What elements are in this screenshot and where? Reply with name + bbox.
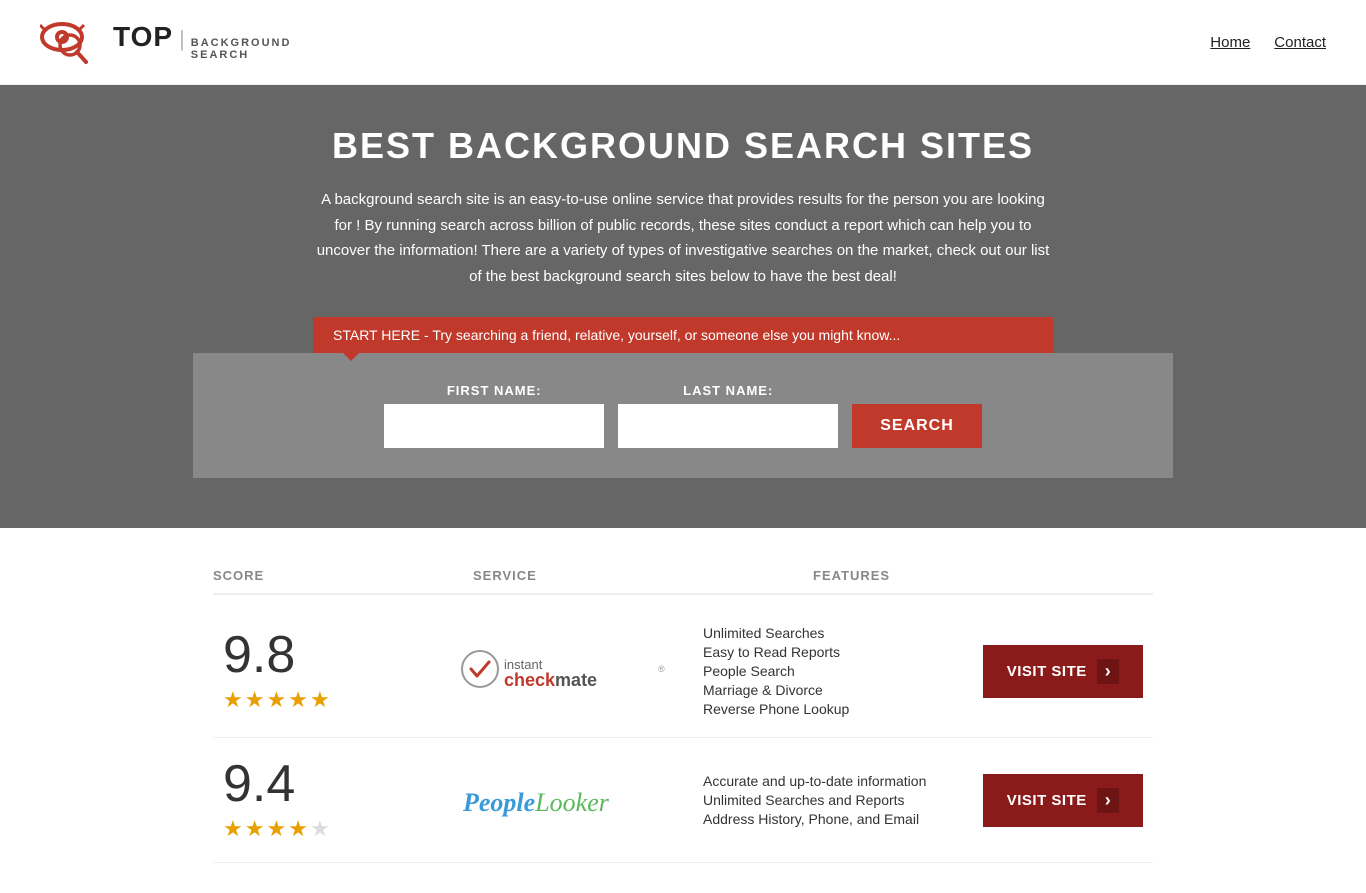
search-banner-text: START HERE - Try searching a friend, rel… (333, 327, 900, 343)
main-nav: Home Contact (1210, 34, 1326, 51)
visit-site-label-2: VISIT SITE (1007, 792, 1087, 809)
feature-1-1: Easy to Read Reports (703, 644, 973, 660)
star-2: ★ (245, 687, 265, 713)
logo-sub1: BACKGROUND (191, 37, 292, 49)
visit-site-button-2[interactable]: VISIT SITE › (983, 774, 1143, 827)
svg-text:PeopleLooker: PeopleLooker (462, 788, 610, 817)
visit-btn-wrap-2: VISIT SITE › (973, 774, 1153, 827)
feature-1-3: Marriage & Divorce (703, 682, 973, 698)
search-banner: START HERE - Try searching a friend, rel… (313, 317, 1053, 353)
service-cell-1: instant checkmate ® (433, 644, 703, 699)
features-cell-1: Unlimited Searches Easy to Read Reports … (703, 625, 973, 717)
first-name-label: FIRST NAME: (384, 383, 604, 398)
hero-section: BEST BACKGROUND SEARCH SITES A backgroun… (0, 85, 1366, 528)
score-cell-2: 9.4 ★ ★ ★ ★ ★ (213, 758, 433, 842)
score-value-1: 9.8 (223, 629, 295, 681)
nav-contact[interactable]: Contact (1274, 34, 1326, 51)
star-4: ★ (288, 687, 308, 713)
nav-home[interactable]: Home (1210, 34, 1250, 51)
search-button[interactable]: SEARCH (852, 404, 982, 448)
table-row: 9.8 ★ ★ ★ ★ ★ instant checkmate (213, 605, 1153, 738)
logo-divider: | (179, 28, 185, 50)
hero-title: BEST BACKGROUND SEARCH SITES (20, 125, 1346, 167)
site-header: TOP | BACKGROUND SEARCH Home Contact (0, 0, 1366, 85)
service-cell-2: PeopleLooker (433, 775, 703, 825)
header-features: FEATURES (813, 568, 1153, 583)
results-table: SCORE SERVICE FEATURES 9.8 ★ ★ ★ ★ ★ (193, 558, 1173, 863)
peoplelooker-logo: PeopleLooker (458, 775, 678, 825)
score-cell-1: 9.8 ★ ★ ★ ★ ★ (213, 629, 433, 713)
feature-1-4: Reverse Phone Lookup (703, 701, 973, 717)
feature-1-0: Unlimited Searches (703, 625, 973, 641)
visit-site-label-1: VISIT SITE (1007, 663, 1087, 680)
hero-description: A background search site is an easy-to-u… (313, 187, 1053, 289)
star-5: ★ (310, 687, 330, 713)
feature-1-2: People Search (703, 663, 973, 679)
visit-site-button-1[interactable]: VISIT SITE › (983, 645, 1143, 698)
star-5: ★ (310, 816, 330, 842)
star-4: ★ (288, 816, 308, 842)
star-1: ★ (223, 816, 243, 842)
header-service: SERVICE (473, 568, 813, 583)
svg-text:®: ® (658, 664, 665, 674)
visit-arrow-icon-2: › (1097, 788, 1120, 813)
last-name-label: LAST NAME: (618, 383, 838, 398)
first-name-group: FIRST NAME: (384, 383, 604, 448)
stars-2: ★ ★ ★ ★ ★ (223, 816, 330, 842)
star-3: ★ (266, 687, 286, 713)
search-form-area: FIRST NAME: LAST NAME: SEARCH (193, 353, 1173, 478)
svg-text:checkmate: checkmate (504, 670, 597, 690)
last-name-group: LAST NAME: (618, 383, 838, 448)
feature-2-1: Unlimited Searches and Reports (703, 792, 973, 808)
table-row: 9.4 ★ ★ ★ ★ ★ PeopleLooker Accurate and … (213, 738, 1153, 863)
logo-text: TOP | BACKGROUND SEARCH (113, 23, 291, 61)
last-name-input[interactable] (618, 404, 838, 448)
score-value-2: 9.4 (223, 758, 295, 810)
logo-top: TOP (113, 23, 173, 51)
star-1: ★ (223, 687, 243, 713)
logo: TOP | BACKGROUND SEARCH (40, 15, 291, 70)
first-name-input[interactable] (384, 404, 604, 448)
logo-icon (40, 15, 105, 70)
checkmate-logo: instant checkmate ® (458, 644, 678, 699)
star-2: ★ (245, 816, 265, 842)
visit-btn-wrap-1: VISIT SITE › (973, 645, 1153, 698)
features-cell-2: Accurate and up-to-date information Unli… (703, 773, 973, 827)
header-score: SCORE (213, 568, 473, 583)
stars-1: ★ ★ ★ ★ ★ (223, 687, 330, 713)
table-header: SCORE SERVICE FEATURES (213, 558, 1153, 595)
feature-2-2: Address History, Phone, and Email (703, 811, 973, 827)
search-form: FIRST NAME: LAST NAME: SEARCH (213, 383, 1153, 448)
logo-sub2: SEARCH (191, 49, 292, 61)
visit-arrow-icon-1: › (1097, 659, 1120, 684)
feature-2-0: Accurate and up-to-date information (703, 773, 973, 789)
star-3: ★ (266, 816, 286, 842)
